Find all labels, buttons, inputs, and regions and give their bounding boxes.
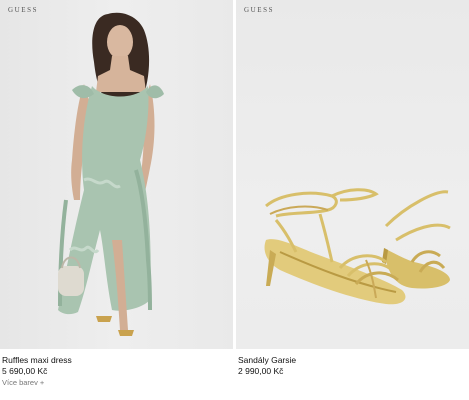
product-title[interactable]: Sandály Garsie (238, 355, 296, 365)
product-image-dress[interactable]: GUESS (0, 0, 233, 349)
sandals-image (264, 188, 451, 305)
product-title[interactable]: Ruffles maxi dress (2, 355, 72, 365)
product-card-dress[interactable]: GUESS Ruffles maxi dress 5 690,00 Kč Víc… (0, 0, 233, 387)
brand-logo: GUESS (244, 6, 275, 14)
product-price: 2 990,00 Kč (238, 366, 284, 376)
product-price: 5 690,00 Kč (2, 366, 48, 376)
product-image-sandals[interactable]: GUESS (236, 0, 469, 349)
brand-logo: GUESS (8, 6, 39, 14)
dress-model-image (58, 12, 164, 336)
more-colors-link[interactable]: Více barev + (2, 378, 44, 388)
product-card-sandals[interactable]: GUESS Sandály Garsie 2 990,00 Kč (236, 0, 469, 376)
